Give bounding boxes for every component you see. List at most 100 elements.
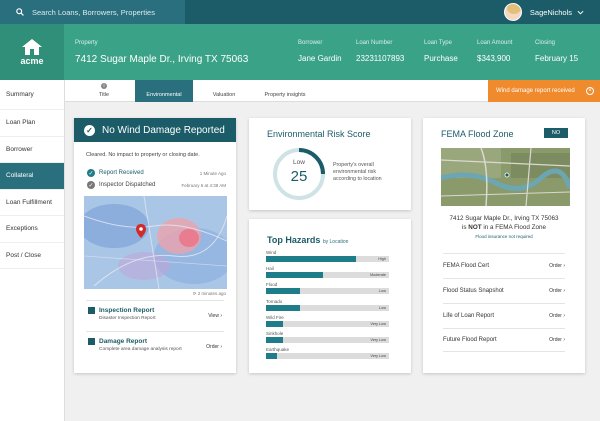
loan-amount-value: $343,900: [477, 54, 511, 63]
satellite-map: [441, 148, 570, 206]
close-icon[interactable]: ×: [586, 87, 594, 95]
future-flood-report-label: Future Flood Report: [443, 337, 497, 343]
chevron-right-icon: ›: [561, 262, 565, 269]
top-bar: Search Loans, Borrowers, Properties Sage…: [0, 0, 600, 24]
order-flood-cert-label: Order: [549, 262, 562, 269]
divider: [86, 300, 224, 301]
wind-damage-alert[interactable]: Wind damage report received ×: [488, 80, 600, 102]
event-report-received-time: 1 Minute Ago: [199, 171, 226, 176]
sidebar-item-collateral[interactable]: Collateral: [0, 163, 64, 190]
event-report-received-label: Report Received: [99, 170, 144, 176]
property-value: 7412 Sugar Maple Dr., Irving TX 75063: [75, 54, 249, 65]
check-circle-icon: ✓: [87, 169, 95, 177]
hazard-bar-fill: [266, 353, 278, 360]
fema-flood-cert-row[interactable]: FEMA Flood Cert Order ›: [443, 253, 565, 277]
sidebar-item-borrower[interactable]: Borrower: [0, 137, 64, 163]
tab-property-insights[interactable]: Property insights: [255, 80, 315, 102]
fema-address: 7412 Sugar Maple Dr., Irving TX 75063: [449, 215, 559, 222]
order-damage-report-button[interactable]: Order ›: [206, 344, 222, 350]
event-inspector-dispatched: ✓ Inspector Dispatched: [87, 181, 155, 189]
future-flood-report-row[interactable]: Future Flood Report Order ›: [443, 328, 565, 352]
location-pin-icon[interactable]: [136, 224, 146, 238]
hazard-row: Wild Fire Very Low: [266, 315, 389, 327]
hazard-bar-fill: [266, 320, 284, 327]
loan-type-field: Loan Type Purchase: [424, 40, 458, 63]
chevron-right-icon: ›: [218, 344, 222, 350]
order-flood-snapshot-button[interactable]: Order ›: [549, 288, 565, 294]
hazard-bar-track: Very Low: [266, 353, 389, 360]
loan-amount-label: Loan Amount: [477, 40, 513, 46]
view-inspection-button[interactable]: View ›: [208, 313, 222, 319]
life-of-loan-report-label: Life of Loan Report: [443, 312, 495, 319]
search-input[interactable]: Search Loans, Borrowers, Properties: [0, 0, 185, 24]
flood-zone-map[interactable]: [441, 148, 570, 206]
hazards-subtitle: by Location: [322, 239, 349, 245]
sidebar-item-loan-fulfillment[interactable]: Loan Fulfillment: [0, 190, 64, 216]
sidebar-item-exceptions[interactable]: Exceptions: [0, 216, 64, 243]
user-menu[interactable]: SageNichols: [503, 0, 584, 24]
order-future-flood-button[interactable]: Order ›: [549, 337, 565, 343]
hazard-row: Wind High: [266, 250, 389, 262]
risk-score-label: Low: [293, 159, 305, 166]
inspection-report-link[interactable]: Inspection Report Disaster Inspection Re…: [88, 307, 156, 321]
hazard-level: Very Low: [370, 354, 386, 359]
event-inspector-dispatched-label: Inspector Dispatched: [99, 182, 156, 188]
search-icon: [16, 8, 24, 16]
flood-status-snapshot-row[interactable]: Flood Status Snapshot Order ›: [443, 278, 565, 302]
chevron-right-icon: ›: [561, 312, 565, 319]
closing-field: Closing February 15: [535, 40, 578, 63]
chevron-down-icon[interactable]: [577, 10, 584, 15]
loan-type-value: Purchase: [424, 54, 458, 63]
hazard-level: Very Low: [370, 321, 386, 326]
damage-report-subtitle: Complete area damage analysis report: [99, 347, 182, 352]
sidebar-item-post-close[interactable]: Post / Close: [0, 243, 64, 269]
damage-report-link[interactable]: Damage Report Complete area damage analy…: [88, 338, 182, 352]
loan-type-label: Loan Type: [424, 40, 452, 46]
hazard-bar-track: Low: [266, 304, 389, 311]
borrower-field: Borrower Jane Gardin: [298, 40, 342, 63]
sidebar: Summary Loan Plan Borrower Collateral Lo…: [0, 80, 65, 421]
fema-status-pre: is: [461, 224, 467, 231]
property-label: Property: [75, 40, 98, 46]
order-life-of-loan-label: Order: [549, 312, 562, 319]
fema-status-post: in a FEMA Flood Zone: [483, 224, 546, 231]
hazard-bar-fill: [266, 272, 323, 279]
risk-score-value: 25: [290, 168, 308, 185]
tab-title[interactable]: ! Title: [85, 80, 123, 102]
sidebar-item-loan-plan[interactable]: Loan Plan: [0, 110, 64, 137]
order-flood-cert-button[interactable]: Order ›: [549, 263, 565, 269]
wind-card-title: No Wind Damage Reported: [102, 124, 225, 136]
user-name: SageNichols: [529, 7, 572, 17]
chevron-right-icon: ›: [218, 313, 222, 319]
logo-text: acme: [20, 56, 44, 66]
logo[interactable]: acme: [0, 24, 64, 80]
fema-status: is NOT in a FEMA Flood Zone: [423, 224, 585, 231]
loan-amount-field: Loan Amount $343,900: [477, 40, 512, 63]
info-icon: !: [101, 83, 107, 89]
order-life-of-loan-button[interactable]: Order ›: [549, 313, 565, 319]
loan-number-value: 23231107893: [356, 54, 405, 63]
tab-valuation[interactable]: Valuation: [205, 80, 243, 102]
report-icon: [88, 338, 95, 345]
sidebar-item-summary[interactable]: Summary: [0, 80, 64, 110]
weather-radar-map[interactable]: [84, 196, 227, 289]
hazard-row: Flood Low: [266, 282, 389, 295]
check-icon: ✓: [84, 124, 95, 136]
hazard-level: High: [378, 257, 386, 261]
closing-label: Closing: [535, 40, 556, 46]
flood-insurance-note: Flood insurance not required: [475, 234, 533, 239]
life-of-loan-report-row[interactable]: Life of Loan Report Order ›: [443, 303, 565, 327]
hazard-bar-track: Moderate: [266, 272, 389, 279]
hazard-bar-fill: [266, 337, 284, 343]
wind-card-subtitle: Cleared. No impact to property or closin…: [86, 152, 200, 158]
tab-environmental[interactable]: Environmental: [135, 80, 193, 102]
fema-flood-cert-label: FEMA Flood Cert: [443, 262, 490, 269]
event-inspector-dispatched-time: February 6 at 4:38 AM: [181, 183, 226, 188]
hazards-title-row: Top Hazards by Location: [267, 235, 348, 245]
tab-title-label: Title: [98, 92, 110, 98]
wind-card-header: ✓ No Wind Damage Reported: [74, 118, 236, 142]
avatar[interactable]: [503, 3, 522, 21]
house-logo-icon: [22, 39, 42, 55]
inspection-report-subtitle: Disaster Inspection Report: [99, 316, 156, 321]
loan-number-label: Loan Number: [356, 40, 393, 46]
